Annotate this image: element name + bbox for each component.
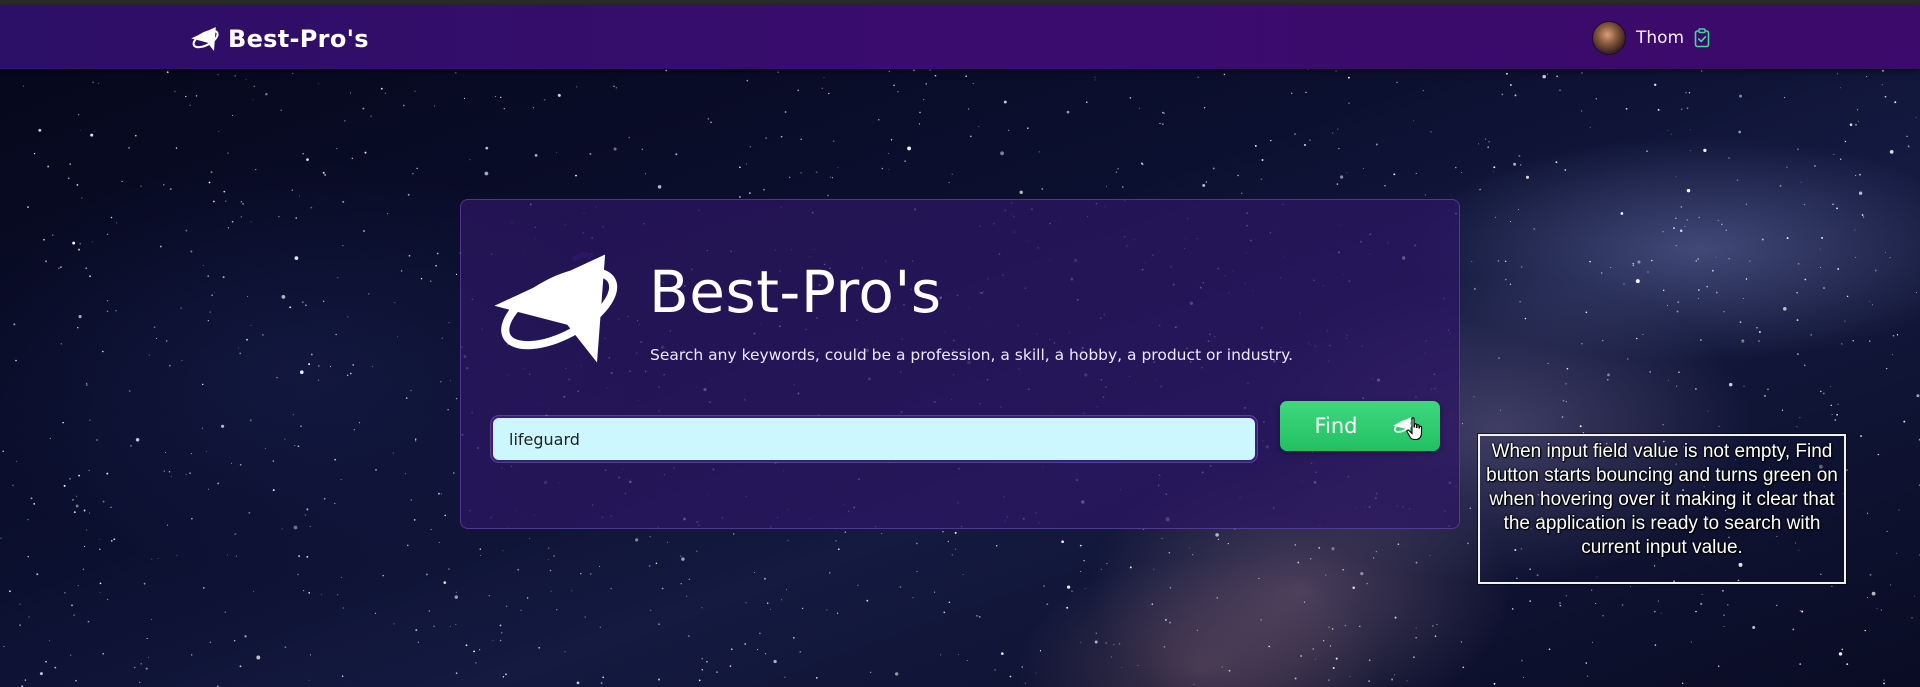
find-button-label: Find	[1314, 414, 1358, 438]
search-card: Best-Pro's Search any keywords, could be…	[460, 199, 1460, 529]
user-name: Thom	[1636, 28, 1685, 48]
search-input[interactable]	[491, 416, 1257, 462]
annotation-note: When input field value is not empty, Fin…	[1477, 433, 1847, 585]
hero-section: Best-Pro's Search any keywords, could be…	[0, 69, 1920, 687]
rocket-logo-icon	[191, 27, 219, 51]
top-navbar: Best-Pro's Thom	[0, 5, 1920, 69]
rocket-logo-icon	[494, 252, 618, 363]
hand-pointer-icon	[1406, 417, 1423, 441]
page-subtitle: Search any keywords, could be a professi…	[650, 346, 1294, 364]
brand-name: Best-Pro's	[228, 25, 369, 53]
clipboard-check-icon[interactable]	[1694, 28, 1710, 48]
user-menu[interactable]: Thom	[1592, 21, 1710, 55]
brand-link[interactable]: Best-Pro's	[190, 22, 369, 56]
avatar[interactable]	[1592, 21, 1626, 55]
page-title: Best-Pro's	[649, 258, 942, 326]
